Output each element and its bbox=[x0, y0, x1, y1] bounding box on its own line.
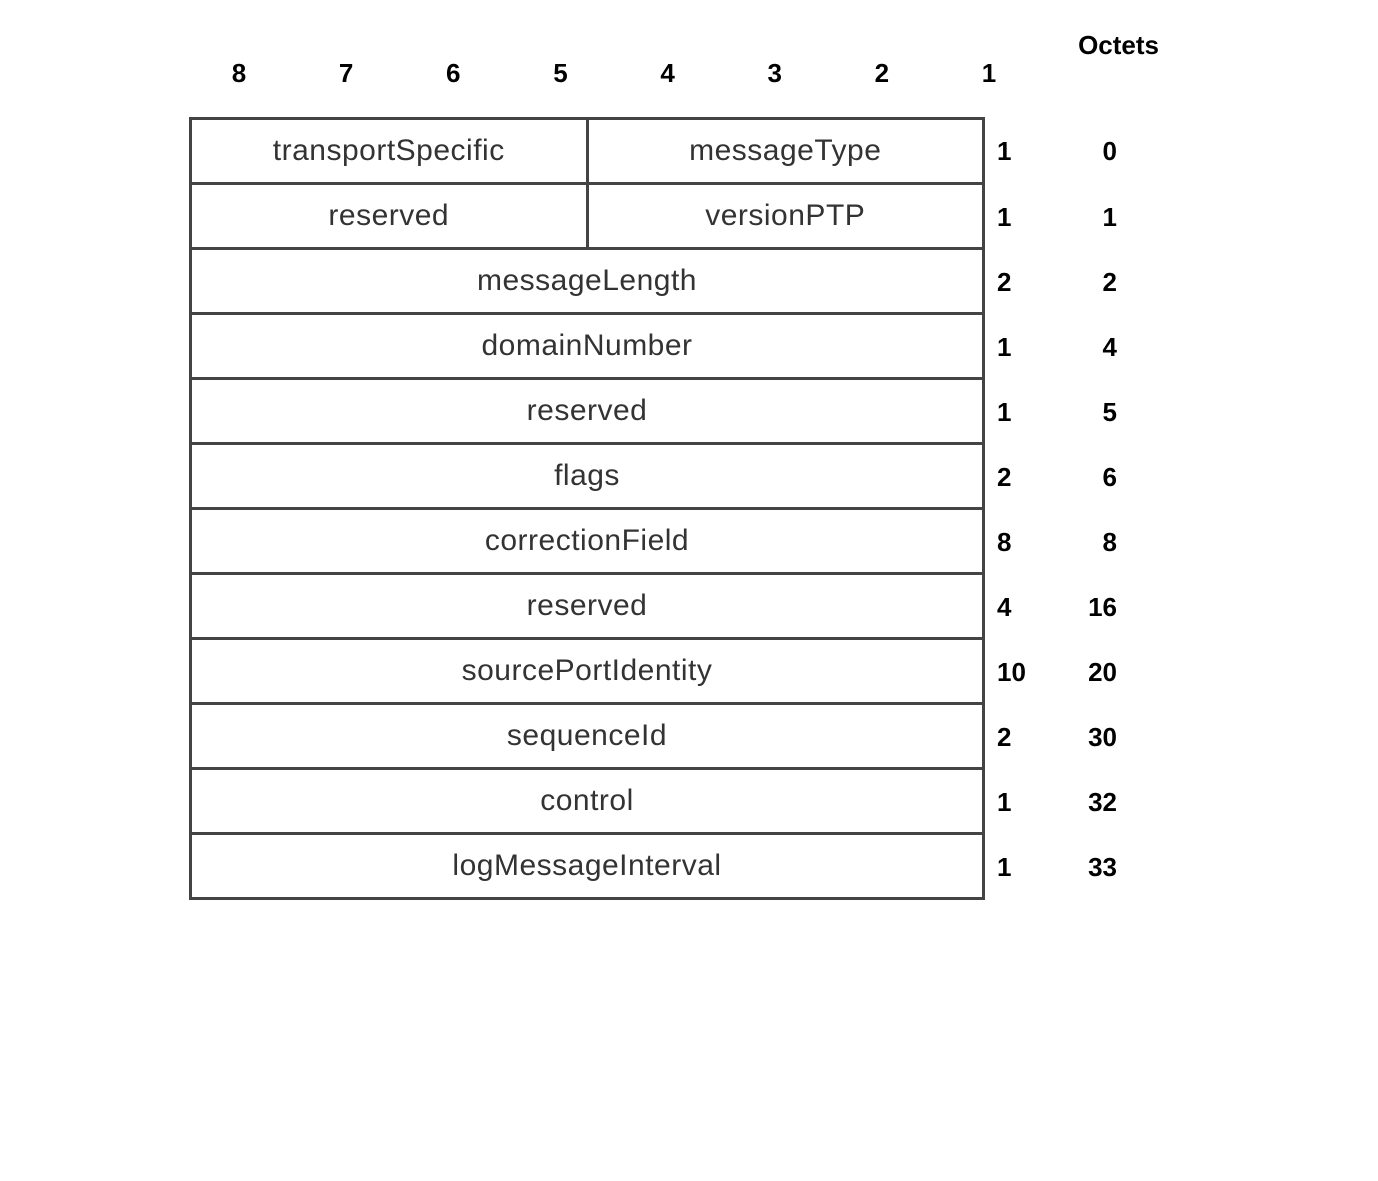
bit-number: 8 bbox=[219, 58, 259, 89]
field-cell: logMessageInterval bbox=[192, 835, 982, 897]
offset-value: 1 bbox=[1057, 202, 1117, 233]
field-group: reserved bbox=[189, 575, 985, 640]
row-meta: 14 bbox=[985, 315, 1117, 380]
field-group: flags bbox=[189, 445, 985, 510]
field-group: reservedversionPTP bbox=[189, 185, 985, 250]
length-value: 8 bbox=[997, 527, 1057, 558]
bit-number: 3 bbox=[755, 58, 795, 89]
field-cell: correctionField bbox=[192, 510, 982, 572]
offset-value: 8 bbox=[1057, 527, 1117, 558]
octets-title: Octets bbox=[1078, 30, 1159, 61]
field-group: domainNumber bbox=[189, 315, 985, 380]
field-group: sourcePortIdentity bbox=[189, 640, 985, 705]
offset-value: 6 bbox=[1057, 462, 1117, 493]
field-row: sourcePortIdentity1020 bbox=[189, 640, 1189, 705]
row-meta: 15 bbox=[985, 380, 1117, 445]
length-value: 1 bbox=[997, 397, 1057, 428]
length-value: 2 bbox=[997, 722, 1057, 753]
field-row: reserved416 bbox=[189, 575, 1189, 640]
field-group: transportSpecificmessageType bbox=[189, 117, 985, 185]
bit-number: 2 bbox=[862, 58, 902, 89]
offset-value: 20 bbox=[1057, 657, 1117, 688]
offset-value: 4 bbox=[1057, 332, 1117, 363]
row-meta: 132 bbox=[985, 770, 1117, 835]
field-row: domainNumber14 bbox=[189, 315, 1189, 380]
length-value: 2 bbox=[997, 267, 1057, 298]
field-cell: sequenceId bbox=[192, 705, 982, 767]
field-row: transportSpecificmessageType10 bbox=[189, 117, 1189, 185]
field-cell: transportSpecific bbox=[192, 120, 586, 182]
bit-number: 1 bbox=[969, 58, 1009, 89]
row-meta: 22 bbox=[985, 250, 1117, 315]
offset-value: 33 bbox=[1057, 852, 1117, 883]
row-meta: 11 bbox=[985, 185, 1117, 250]
field-cell: reserved bbox=[192, 380, 982, 442]
length-value: 10 bbox=[997, 657, 1057, 688]
field-cell: reserved bbox=[192, 575, 982, 637]
field-group: logMessageInterval bbox=[189, 835, 985, 900]
field-cell: domainNumber bbox=[192, 315, 982, 377]
field-group: reserved bbox=[189, 380, 985, 445]
length-value: 4 bbox=[997, 592, 1057, 623]
field-cell: versionPTP bbox=[586, 185, 983, 247]
field-group: messageLength bbox=[189, 250, 985, 315]
bit-number-header: 8 7 6 5 4 3 2 1 bbox=[199, 40, 1029, 117]
offset-value: 2 bbox=[1057, 267, 1117, 298]
field-group: control bbox=[189, 770, 985, 835]
length-value: 1 bbox=[997, 852, 1057, 883]
field-group: correctionField bbox=[189, 510, 985, 575]
row-meta: 26 bbox=[985, 445, 1117, 510]
field-row: messageLength22 bbox=[189, 250, 1189, 315]
row-meta: 10 bbox=[985, 117, 1117, 185]
field-cell: sourcePortIdentity bbox=[192, 640, 982, 702]
length-value: 1 bbox=[997, 136, 1057, 167]
bit-number: 5 bbox=[540, 58, 580, 89]
field-row: logMessageInterval133 bbox=[189, 835, 1189, 900]
bit-number: 4 bbox=[648, 58, 688, 89]
length-value: 1 bbox=[997, 332, 1057, 363]
field-row: control132 bbox=[189, 770, 1189, 835]
field-cell: reserved bbox=[192, 185, 586, 247]
packet-header-diagram: Octets 87654321 transportSpecificmessage… bbox=[189, 40, 1189, 900]
field-row: reserved15 bbox=[189, 380, 1189, 445]
row-meta: 133 bbox=[985, 835, 1117, 900]
field-cell: flags bbox=[192, 445, 982, 507]
field-cell: messageType bbox=[586, 120, 983, 182]
offset-value: 5 bbox=[1057, 397, 1117, 428]
field-row: flags26 bbox=[189, 445, 1189, 510]
offset-value: 16 bbox=[1057, 592, 1117, 623]
field-cell: control bbox=[192, 770, 982, 832]
field-group: sequenceId bbox=[189, 705, 985, 770]
length-value: 2 bbox=[997, 462, 1057, 493]
offset-value: 30 bbox=[1057, 722, 1117, 753]
row-meta: 1020 bbox=[985, 640, 1117, 705]
field-row: reservedversionPTP11 bbox=[189, 185, 1189, 250]
field-row: sequenceId230 bbox=[189, 705, 1189, 770]
field-cell: messageLength bbox=[192, 250, 982, 312]
row-meta: 416 bbox=[985, 575, 1117, 640]
field-row: correctionField88 bbox=[189, 510, 1189, 575]
field-rows: transportSpecificmessageType10reservedve… bbox=[189, 117, 1189, 900]
length-value: 1 bbox=[997, 202, 1057, 233]
row-meta: 230 bbox=[985, 705, 1117, 770]
length-value: 1 bbox=[997, 787, 1057, 818]
offset-value: 32 bbox=[1057, 787, 1117, 818]
row-meta: 88 bbox=[985, 510, 1117, 575]
bit-number: 6 bbox=[433, 58, 473, 89]
offset-value: 0 bbox=[1057, 136, 1117, 167]
bit-number: 7 bbox=[326, 58, 366, 89]
